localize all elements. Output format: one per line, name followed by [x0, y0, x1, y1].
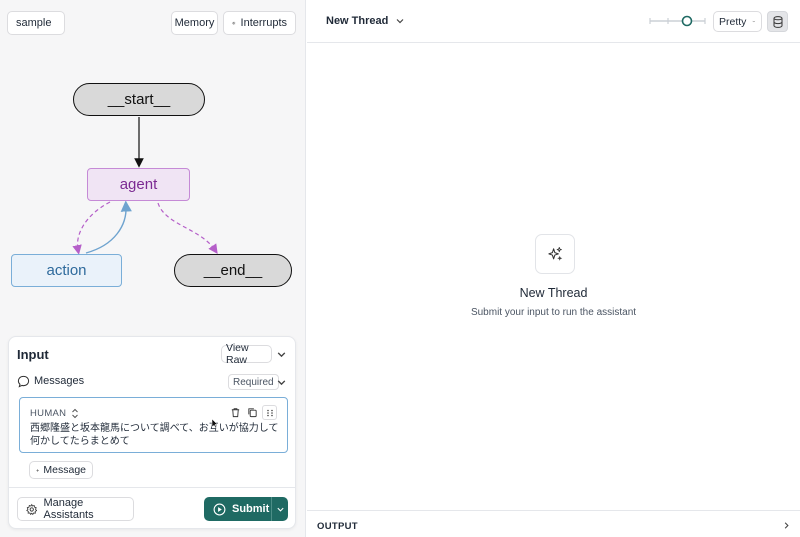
manage-assistants-label: Manage Assistants: [43, 497, 94, 521]
view-mode-select[interactable]: Pretty: [713, 11, 762, 32]
node-end-label: __end__: [203, 262, 263, 279]
edge-action-agent: [85, 200, 132, 254]
output-label: OUTPUT: [317, 521, 358, 532]
left-panel: sample Memory Interrupts __start__ agent…: [0, 0, 306, 537]
chevron-down-icon: [276, 507, 284, 512]
empty-state-subtitle: Submit your input to run the assistant: [470, 307, 637, 318]
view-raw-button[interactable]: View Raw: [221, 342, 272, 366]
gear-icon: [26, 503, 38, 515]
view-mode-value: Pretty: [719, 15, 747, 28]
input-collapse-chevron-icon[interactable]: [276, 349, 287, 360]
messages-label: Messages: [34, 375, 85, 387]
submit-options-button[interactable]: [272, 497, 288, 521]
output-bar[interactable]: OUTPUT: [307, 510, 800, 537]
node-agent-label: agent: [119, 176, 158, 193]
message-text-input[interactable]: 西郷隆盛と坂本龍馬について調べて、お互いが協力して何かしてたらまとめて: [30, 422, 280, 448]
edge-agent-end: [157, 202, 218, 254]
view-raw-label: View Raw: [226, 342, 249, 366]
role-selector[interactable]: HUMAN: [30, 408, 79, 419]
mouse-cursor-icon: [211, 418, 219, 429]
database-button[interactable]: [767, 11, 788, 32]
message-bubble-icon: [17, 375, 30, 388]
empty-state-title: New Thread: [519, 286, 588, 300]
manage-assistants-button[interactable]: Manage Assistants: [17, 497, 134, 521]
thread-selector[interactable]: New Thread: [326, 15, 405, 27]
thread-panel: New Thread Pretty New Thread Submit your…: [307, 0, 800, 537]
message-role: HUMAN: [30, 408, 67, 419]
messages-collapse-chevron-icon[interactable]: [276, 377, 287, 388]
thread-header: New Thread Pretty: [307, 0, 800, 43]
chevron-right-icon: [784, 522, 789, 529]
input-title: Input: [17, 347, 49, 362]
edge-agent-action: [72, 201, 111, 255]
node-action[interactable]: action: [11, 254, 122, 287]
input-card: Input View Raw Messages Required HUMAN 西…: [8, 336, 296, 529]
database-icon: [773, 16, 783, 28]
sparkles-icon: [548, 246, 563, 261]
submit-button[interactable]: Submit: [204, 497, 271, 521]
node-end[interactable]: __end__: [174, 254, 292, 287]
required-badge: Required: [228, 374, 279, 390]
trash-icon[interactable]: [230, 407, 241, 418]
submit-label: Submit: [232, 503, 270, 515]
chevron-down-icon: [396, 19, 404, 24]
thread-title: New Thread: [326, 15, 389, 27]
play-circle-icon: [213, 503, 226, 515]
input-footer: Manage Assistants Submit: [9, 487, 295, 529]
message-item: HUMAN 西郷隆盛と坂本龍馬について調べて、お互いが協力して何かしてたらまとめ…: [19, 397, 288, 453]
add-message-button[interactable]: Message: [29, 461, 93, 479]
add-message-label: Message: [43, 464, 86, 476]
submit-button-group: Submit: [204, 497, 288, 521]
plus-icon: [36, 468, 40, 472]
node-start-label: __start__: [107, 91, 171, 108]
chevron-down-icon: [752, 20, 756, 23]
sort-arrows-icon: [72, 408, 79, 419]
empty-state-icon-box: [535, 234, 575, 274]
node-start[interactable]: __start__: [73, 83, 205, 116]
copy-icon[interactable]: [247, 407, 258, 418]
drag-handle[interactable]: [262, 405, 277, 420]
drag-dots-icon: [267, 409, 273, 417]
required-badge-label: Required: [233, 376, 274, 388]
node-action-label: action: [46, 262, 87, 279]
node-agent[interactable]: agent: [87, 168, 190, 201]
zoom-slider[interactable]: [649, 13, 707, 29]
